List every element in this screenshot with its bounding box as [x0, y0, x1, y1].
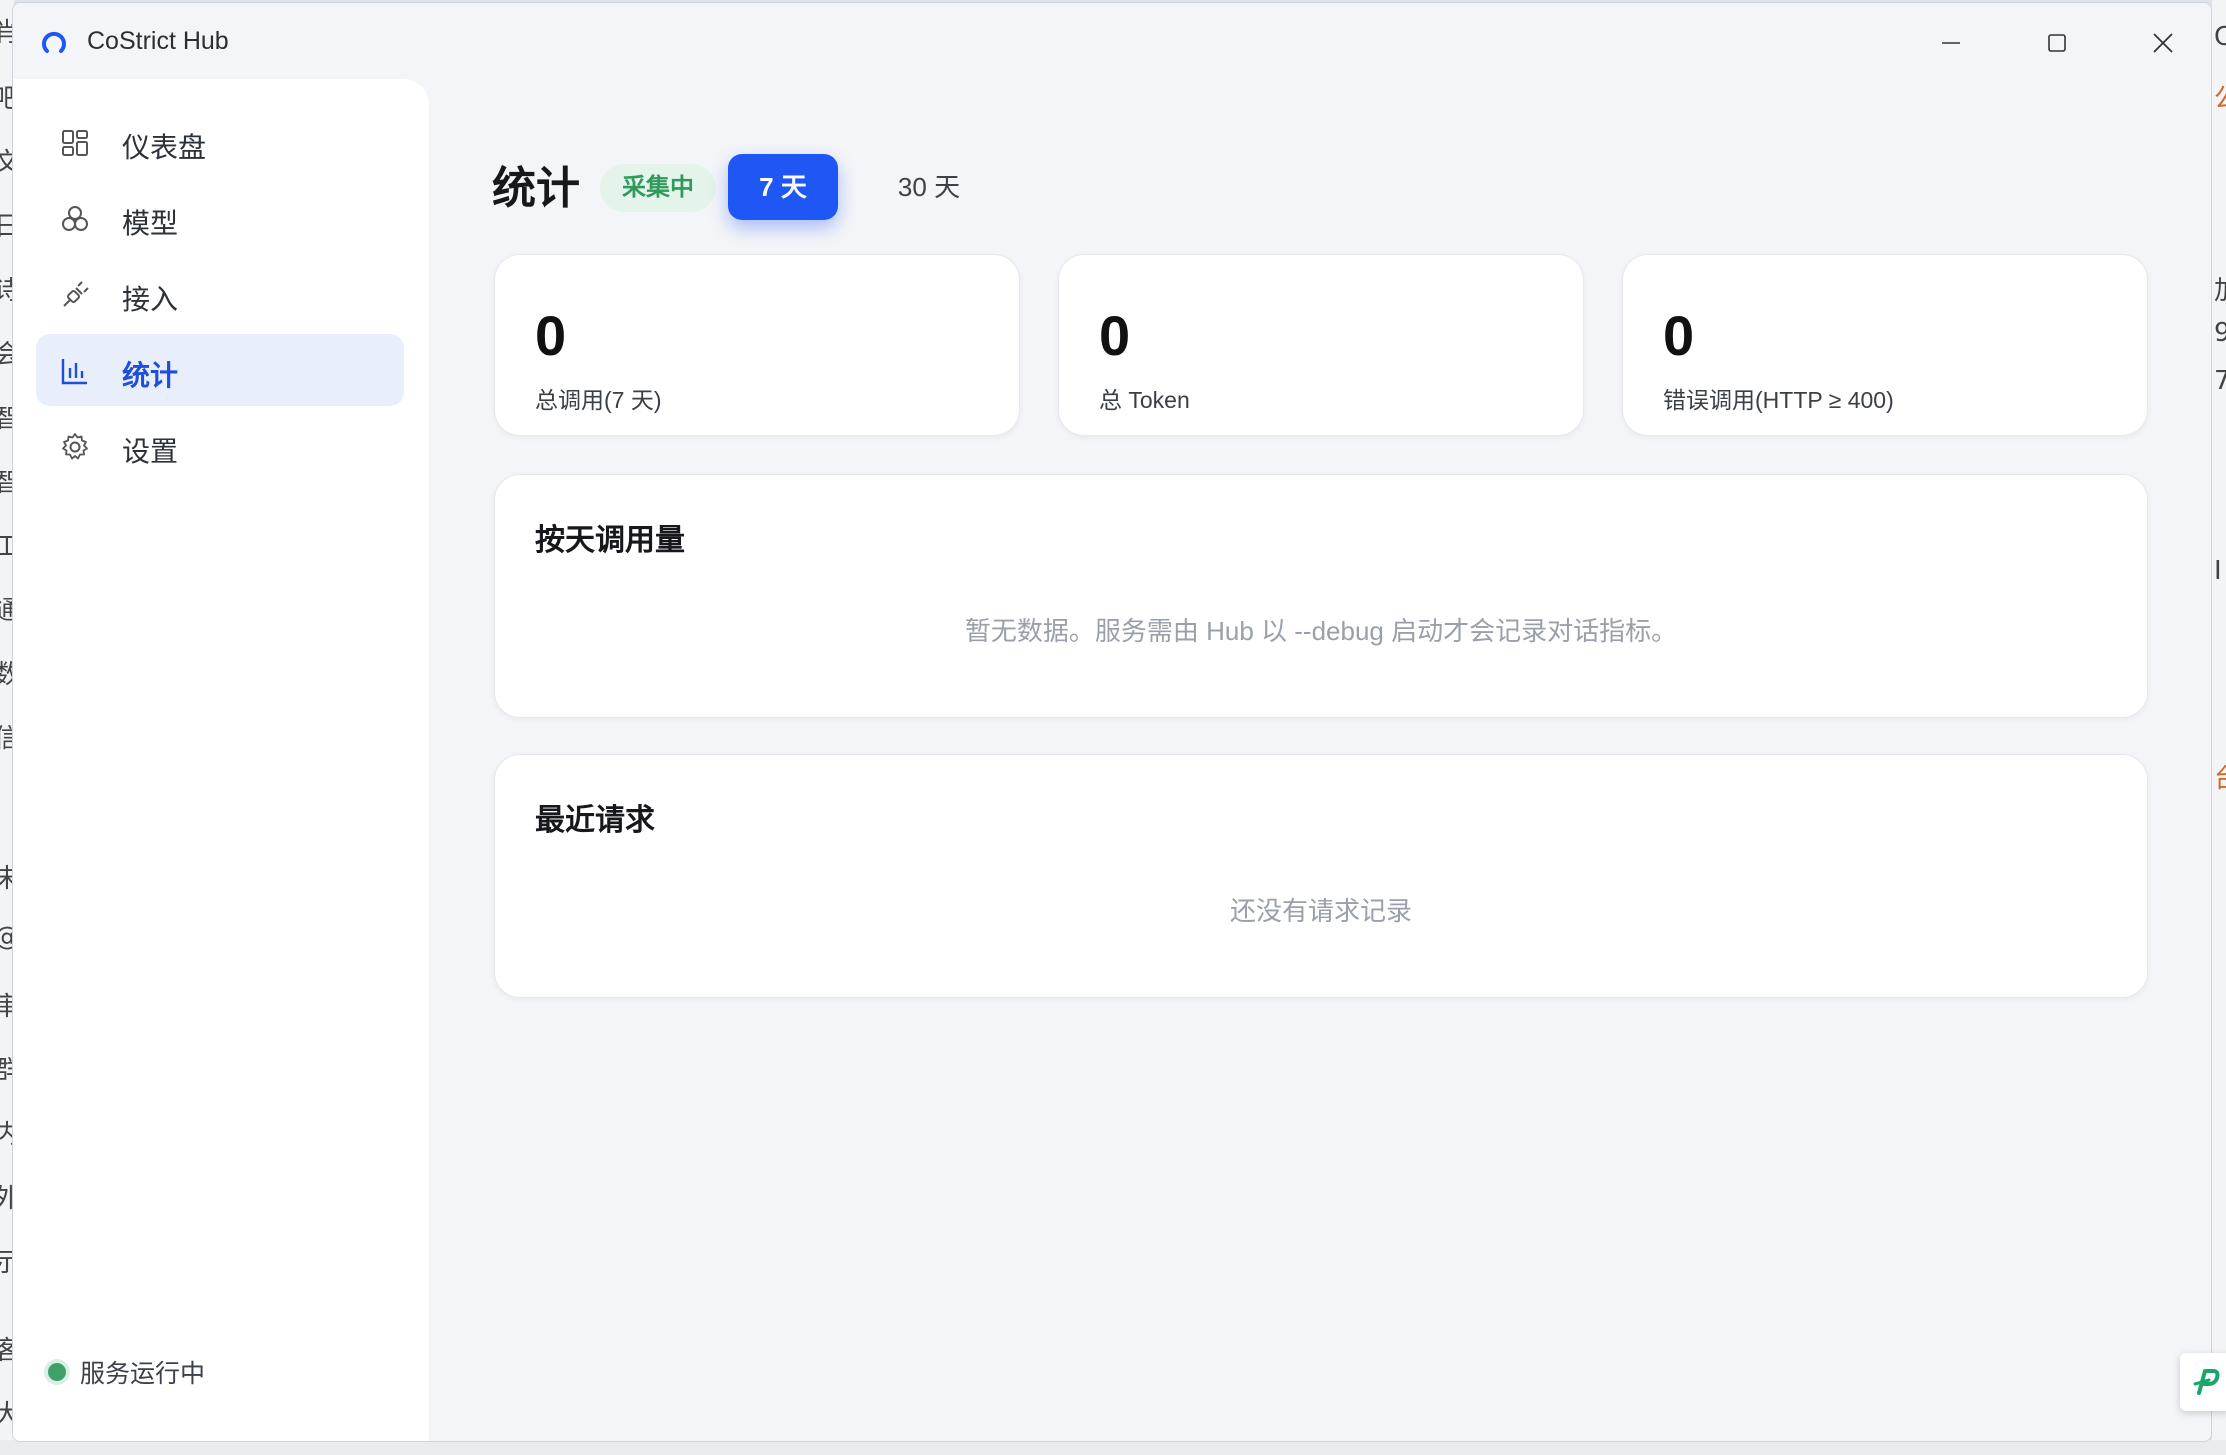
gear-icon: [62, 433, 88, 460]
sidebar-item-label: 接入: [122, 284, 179, 315]
close-icon: [2153, 33, 2173, 53]
daily-usage-card: 按天调用量 暂无数据。服务需由 Hub 以 --debug 启动才会记录对话指标…: [494, 474, 2148, 718]
recent-requests-empty-text: 还没有请求记录: [1229, 896, 1412, 926]
models-icon: [62, 206, 88, 231]
dashboard-icon: [62, 130, 88, 156]
widget-logo-icon: [2193, 1369, 2220, 1395]
service-status: 服务运行中: [48, 1354, 205, 1390]
floating-widget-button[interactable]: [2180, 1353, 2226, 1411]
stat-label: 总调用(7 天): [535, 387, 662, 413]
stat-label: 错误调用(HTTP ≥ 400): [1663, 387, 1894, 413]
status-label: 服务运行中: [80, 1360, 206, 1388]
title-bar: CoStrict Hub: [13, 3, 2211, 79]
background-desktop-right: C公 加97 I台: [2212, 0, 2226, 1455]
recent-requests-title: 最近请求: [535, 804, 655, 837]
app-logo-icon: [42, 31, 66, 53]
stat-card-total-calls: 0 总调用(7 天): [494, 254, 1020, 436]
collecting-badge: 采集中: [600, 164, 716, 212]
plug-icon: [63, 281, 89, 307]
sidebar-item-access[interactable]: 接入: [36, 258, 404, 330]
sidebar-item-statistics[interactable]: 统计: [36, 334, 404, 406]
sidebar-item-label: 统计: [122, 360, 179, 391]
sidebar-nav: 仪表盘 模型 接入 统计 设置 服务运行中: [12, 78, 428, 1440]
stat-value: 0: [1663, 304, 1695, 367]
bar-chart-icon: [61, 359, 87, 385]
sidebar-item-settings[interactable]: 设置: [36, 410, 404, 482]
minimize-icon: [1942, 42, 1960, 44]
maximize-icon: [2048, 34, 2066, 52]
range-30-days-button[interactable]: 30 天: [864, 154, 994, 220]
range-7-days-button[interactable]: 7 天: [728, 154, 838, 220]
daily-usage-title: 按天调用量: [535, 524, 685, 557]
sidebar-item-label: 模型: [122, 208, 179, 239]
sidebar-item-models[interactable]: 模型: [36, 182, 404, 254]
sidebar-item-label: 仪表盘: [122, 132, 207, 163]
recent-requests-card: 最近请求 还没有请求记录: [494, 754, 2148, 998]
stat-card-total-tokens: 0 总 Token: [1058, 254, 1584, 436]
close-button[interactable]: [2131, 17, 2195, 69]
stat-card-error-calls: 0 错误调用(HTTP ≥ 400): [1622, 254, 2148, 436]
window-title: CoStrict Hub: [87, 27, 229, 55]
background-taskbar-strip: [0, 1440, 2226, 1455]
daily-usage-empty-text: 暂无数据。服务需由 Hub 以 --debug 启动才会记录对话指标。: [964, 616, 1678, 646]
stat-value: 0: [535, 304, 567, 367]
page-title: 统计: [492, 164, 580, 213]
minimize-button[interactable]: [1919, 17, 1983, 69]
status-dot: [48, 1363, 66, 1381]
stat-label: 总 Token: [1099, 387, 1190, 413]
sidebar-item-label: 设置: [122, 436, 179, 467]
sidebar-item-dashboard[interactable]: 仪表盘: [36, 106, 404, 178]
stat-value: 0: [1099, 304, 1131, 367]
maximize-button[interactable]: [2025, 17, 2089, 69]
